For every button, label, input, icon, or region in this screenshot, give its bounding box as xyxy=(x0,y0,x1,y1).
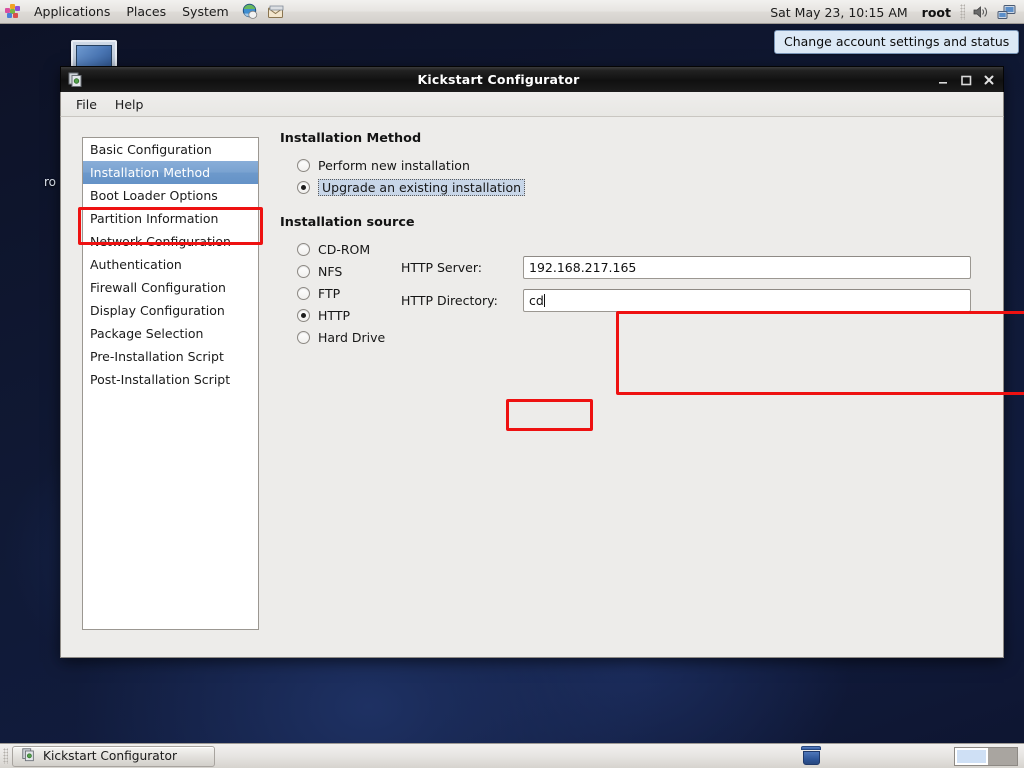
sidebar-item-basic-configuration[interactable]: Basic Configuration xyxy=(83,138,258,161)
radio-indicator[interactable] xyxy=(297,286,310,300)
workspace-switcher-box[interactable] xyxy=(954,747,1018,766)
desktop-icon-label-secondary: ro xyxy=(44,175,57,189)
http-server-row: HTTP Server: 192.168.217.165 xyxy=(401,254,971,280)
http-directory-label: HTTP Directory: xyxy=(401,292,498,308)
installation-source-heading: Installation source xyxy=(280,215,415,230)
kickstart-configurator-window: Kickstart Configurator File Help Basic C… xyxy=(60,66,1024,658)
http-directory-row: HTTP Directory: cd xyxy=(401,287,971,313)
sidebar-item-firewall-configuration[interactable]: Firewall Configuration xyxy=(83,276,258,299)
sidebar-item-display-configuration[interactable]: Display Configuration xyxy=(83,299,258,322)
radio-label: FTP xyxy=(318,285,341,301)
taskbar: Kickstart Configurator xyxy=(0,743,1024,768)
minimize-button[interactable] xyxy=(936,73,950,87)
workspace-1[interactable] xyxy=(955,748,988,765)
maximize-button[interactable] xyxy=(959,73,973,87)
radio-indicator[interactable] xyxy=(297,180,310,194)
places-menu[interactable]: Places xyxy=(119,2,173,22)
configuration-sections-list[interactable]: Basic Configuration Installation Method … xyxy=(82,137,259,630)
radio-label: HTTP xyxy=(318,307,350,323)
radio-label: CD-ROM xyxy=(318,241,371,257)
sidebar-item-post-installation-script[interactable]: Post-Installation Script xyxy=(83,368,258,391)
clock[interactable]: Sat May 23, 10:15 AM xyxy=(762,5,915,20)
http-directory-value: cd xyxy=(529,292,544,308)
applications-menu-icon[interactable] xyxy=(1,1,25,23)
top-panel: Applications Places System Sat May 23, 1… xyxy=(0,0,1024,24)
sidebar-item-network-configuration[interactable]: Network Configuration xyxy=(83,230,258,253)
window-controls xyxy=(936,73,996,87)
radio-indicator[interactable] xyxy=(297,330,310,344)
taskbar-window-button-kickstart[interactable]: Kickstart Configurator xyxy=(12,745,215,767)
volume-icon[interactable] xyxy=(969,1,993,23)
panel-status-area: Sat May 23, 10:15 AM root xyxy=(762,0,1024,24)
sidebar-item-package-selection[interactable]: Package Selection xyxy=(83,322,258,345)
email-icon[interactable] xyxy=(264,1,288,23)
radio-indicator[interactable] xyxy=(297,242,310,256)
sidebar-item-authentication[interactable]: Authentication xyxy=(83,253,258,276)
radio-hard-drive[interactable]: Hard Drive xyxy=(297,326,993,348)
http-server-label: HTTP Server: xyxy=(401,259,482,275)
window-titlebar[interactable]: Kickstart Configurator xyxy=(60,66,1004,92)
http-settings-group: HTTP Server: 192.168.217.165 HTTP Direct… xyxy=(401,254,971,320)
trash-lid xyxy=(801,746,821,750)
tooltip: Change account settings and status xyxy=(774,30,1020,54)
window-menubar: File Help xyxy=(60,92,1004,116)
system-menu[interactable]: System xyxy=(175,2,236,22)
http-directory-input[interactable]: cd xyxy=(523,288,971,312)
radio-label: Hard Drive xyxy=(318,329,386,345)
radio-indicator[interactable] xyxy=(297,264,310,278)
workspace-switcher[interactable] xyxy=(954,744,1018,769)
radio-label: Upgrade an existing installation xyxy=(318,178,526,196)
radio-label: Perform new installation xyxy=(318,157,470,173)
menu-file[interactable]: File xyxy=(67,94,106,115)
applications-menu[interactable]: Applications xyxy=(27,2,117,22)
http-server-input[interactable]: 192.168.217.165 xyxy=(523,255,971,279)
sidebar-item-partition-information[interactable]: Partition Information xyxy=(83,207,258,230)
sidebar-item-boot-loader-options[interactable]: Boot Loader Options xyxy=(83,184,258,207)
desktop-background: C ro Applications Places System xyxy=(0,0,1024,768)
close-button[interactable] xyxy=(982,73,996,87)
kickstart-icon xyxy=(21,747,36,765)
radio-indicator[interactable] xyxy=(297,308,310,322)
network-icon[interactable] xyxy=(995,1,1019,23)
installation-method-heading: Installation Method xyxy=(280,131,422,146)
user-menu[interactable]: root xyxy=(916,5,957,20)
sidebar-item-installation-method[interactable]: Installation Method xyxy=(83,161,258,184)
menu-help[interactable]: Help xyxy=(106,94,153,115)
radio-upgrade-existing-installation[interactable]: Upgrade an existing installation xyxy=(297,176,993,198)
panel-separator xyxy=(960,4,965,20)
radio-indicator[interactable] xyxy=(297,158,310,172)
text-cursor xyxy=(543,293,545,307)
window-title: Kickstart Configurator xyxy=(417,72,580,87)
web-browser-icon[interactable] xyxy=(238,1,262,23)
kickstart-icon xyxy=(67,71,84,88)
sidebar-item-pre-installation-script[interactable]: Pre-Installation Script xyxy=(83,345,258,368)
window-content: Basic Configuration Installation Method … xyxy=(60,116,1024,658)
taskbar-grip xyxy=(3,748,8,764)
workspace-2[interactable] xyxy=(988,748,1017,765)
trash-body xyxy=(802,751,820,765)
taskbar-window-label: Kickstart Configurator xyxy=(43,749,177,763)
radio-label: NFS xyxy=(318,263,343,279)
trash-icon[interactable] xyxy=(800,746,822,767)
pinwheel-icon xyxy=(4,4,22,19)
installation-method-pane: Installation Method Perform new installa… xyxy=(280,131,1024,647)
annotation-box-http-radio xyxy=(506,399,593,431)
radio-perform-new-installation[interactable]: Perform new installation xyxy=(297,154,993,176)
